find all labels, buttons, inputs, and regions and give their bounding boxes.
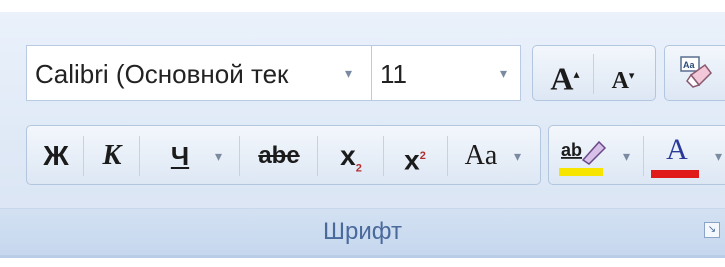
clear-formatting-button[interactable]: Aa	[664, 45, 725, 101]
highlight-color-swatch	[559, 168, 603, 176]
font-color-swatch	[651, 170, 699, 178]
clear-formatting-icon: Aa	[680, 56, 712, 88]
font-size-value: 11	[380, 59, 407, 89]
dialog-launcher-icon[interactable]: ↘	[704, 222, 720, 238]
grow-font-button[interactable]: A▴	[541, 54, 589, 97]
superscript-button[interactable]: x2	[389, 134, 441, 178]
font-family-combobox[interactable]: Calibri (Основной тек ▾	[26, 45, 371, 101]
underline-button[interactable]: Ч	[157, 134, 203, 178]
change-case-button[interactable]: Aa	[455, 134, 507, 178]
font-color-button[interactable]: A	[649, 132, 705, 180]
change-case-dropdown-arrow-icon[interactable]: ▾	[514, 148, 521, 165]
color-buttons-group: ab ▾ A ▾	[548, 125, 725, 185]
subscript-label: x	[340, 140, 356, 171]
italic-button[interactable]: К	[89, 134, 135, 178]
font-size-step-group: A▴ A▾	[532, 45, 656, 101]
highlight-pen-icon: ab	[559, 140, 607, 176]
highlight-dropdown-arrow-icon[interactable]: ▾	[623, 148, 630, 165]
font-color-dropdown-arrow-icon[interactable]: ▾	[715, 148, 722, 165]
group-label: Шрифт	[323, 218, 402, 245]
superscript-mark: 2	[419, 150, 426, 162]
ribbon-bottom-border	[0, 255, 725, 258]
font-size-combobox[interactable]: 11 ▾	[371, 45, 521, 101]
superscript-label: x	[404, 144, 420, 176]
shrink-font-button[interactable]: A▾	[599, 58, 647, 94]
subscript-button[interactable]: x2	[325, 134, 377, 178]
highlight-color-button[interactable]: ab	[555, 132, 611, 180]
bold-button[interactable]: Ж	[33, 134, 79, 178]
font-color-label: A	[666, 133, 688, 166]
formatting-buttons-group: Ж К Ч ▾ abe x2 x2 Aa ▾	[26, 125, 541, 185]
strikethrough-button[interactable]: abe	[249, 134, 309, 178]
font-family-value: Calibri (Основной тек	[35, 59, 289, 89]
font-size-dropdown-arrow-icon[interactable]: ▾	[500, 65, 507, 82]
underline-dropdown-arrow-icon[interactable]: ▾	[215, 148, 222, 165]
svg-text:Aa: Aa	[683, 60, 695, 70]
shrink-font-label: A	[611, 68, 629, 94]
font-family-dropdown-arrow-icon[interactable]: ▾	[345, 65, 352, 82]
subscript-mark: 2	[355, 162, 362, 175]
grow-font-arrow-icon: ▴	[573, 67, 580, 81]
highlight-label: ab	[561, 140, 582, 160]
grow-font-label: A	[550, 60, 574, 97]
shrink-font-arrow-icon: ▾	[628, 70, 635, 82]
